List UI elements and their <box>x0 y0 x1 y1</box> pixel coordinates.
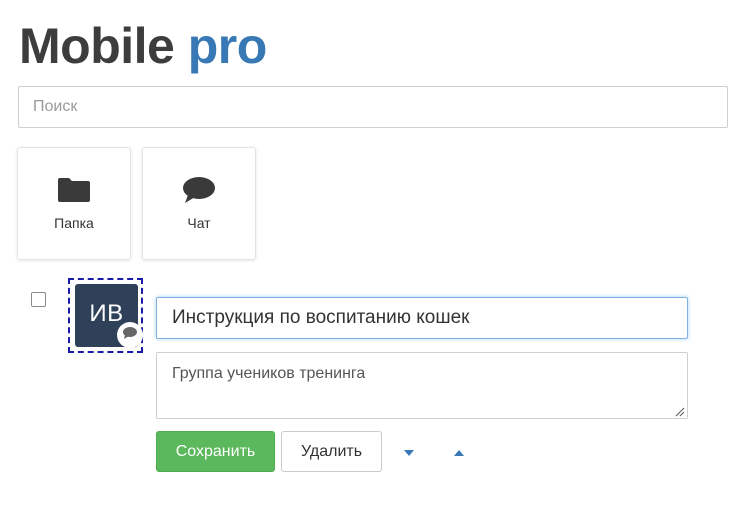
folder-tile-button[interactable]: Папка <box>17 147 131 260</box>
caret-down-icon[interactable] <box>401 445 417 461</box>
item-title-input[interactable] <box>156 297 688 339</box>
folder-icon <box>57 176 91 204</box>
resize-grip-icon[interactable] <box>674 404 685 417</box>
chat-badge-icon <box>122 326 138 345</box>
avatar-initials: ИВ <box>89 299 124 327</box>
caret-up-icon[interactable] <box>451 445 467 461</box>
item-select-checkbox[interactable] <box>31 292 46 307</box>
delete-button[interactable]: Удалить <box>281 431 382 472</box>
chat-bubble-icon <box>182 176 216 204</box>
app-title: Mobile pro <box>19 16 267 76</box>
avatar-chat-badge <box>117 322 143 348</box>
search-input[interactable] <box>18 86 728 128</box>
folder-tile-label: Папка <box>54 215 94 231</box>
chat-tile-label: Чат <box>187 215 211 231</box>
save-button[interactable]: Сохранить <box>156 431 275 472</box>
item-description-textarea[interactable]: Группа учеников тренинга <box>156 352 688 419</box>
chat-tile-button[interactable]: Чат <box>142 147 256 260</box>
app-title-accent: pro <box>187 18 268 74</box>
app-title-main: Mobile <box>19 18 175 74</box>
